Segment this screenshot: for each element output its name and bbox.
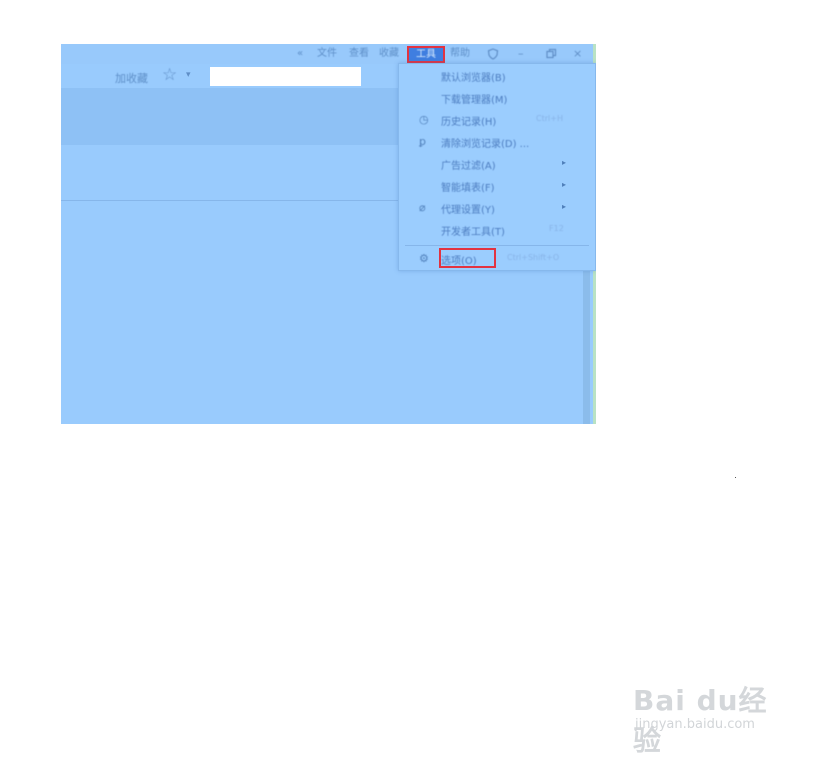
menu-item-history[interactable]: ◷ 历史记录(H) Ctrl+H: [399, 110, 595, 130]
menu-item-options[interactable]: ⚙ 选项(O) Ctrl+Shift+O: [399, 249, 595, 269]
menu-item-label: 开发者工具(T): [441, 227, 505, 238]
double-chevron-icon[interactable]: «: [297, 47, 303, 61]
chevron-down-icon[interactable]: ▾: [186, 70, 191, 80]
menu-item-download-manager[interactable]: 下载管理器(M): [399, 88, 595, 108]
clock-icon: ◷: [419, 113, 429, 126]
menu-tools-label: 工具: [416, 49, 436, 60]
submenu-arrow-icon: ▸: [562, 180, 567, 189]
add-favorite-button[interactable]: 加收藏: [115, 70, 148, 86]
search-input[interactable]: [210, 67, 361, 86]
star-icon[interactable]: ☆: [162, 65, 177, 85]
browser-window: « 文件 查看 收藏 工具 帮助 – × 加收藏 ☆ ▾ 默认浏览器(B) 下载…: [61, 44, 596, 424]
menu-item-label: 下载管理器(M): [441, 95, 508, 106]
menu-item-ad-filter[interactable]: 广告过滤(A) ▸: [399, 154, 595, 174]
broom-icon: ꝑ: [419, 135, 426, 148]
close-button[interactable]: ×: [573, 47, 582, 61]
menu-item-label: 默认浏览器(B): [441, 73, 506, 84]
submenu-arrow-icon: ▸: [562, 202, 567, 211]
tools-menu-dropdown: 默认浏览器(B) 下载管理器(M) ◷ 历史记录(H) Ctrl+H ꝑ 清除浏…: [398, 63, 596, 271]
link-icon: ⌀: [419, 201, 426, 214]
menu-item-shortcut: Ctrl+Shift+O: [507, 253, 560, 262]
menu-item-clear-history[interactable]: ꝑ 清除浏览记录(D) ...: [399, 132, 595, 152]
menu-item-label: 智能填表(F): [441, 183, 495, 194]
menu-item-developer-tools[interactable]: 开发者工具(T) F12: [399, 220, 595, 240]
menu-item-label: 历史记录(H): [441, 117, 497, 128]
stray-dot: [735, 477, 736, 478]
menu-bar: « 文件 查看 收藏 工具 帮助 – ×: [61, 44, 596, 64]
shield-icon[interactable]: [487, 47, 499, 61]
menu-favorites[interactable]: 收藏: [379, 47, 399, 61]
menu-help[interactable]: 帮助: [450, 47, 470, 61]
content-divider: [61, 200, 399, 201]
restore-button[interactable]: [545, 47, 557, 61]
menu-item-shortcut: F12: [549, 224, 564, 233]
menu-tools[interactable]: 工具: [407, 46, 445, 63]
scrollbar[interactable]: [583, 261, 590, 424]
menu-item-label: 清除浏览记录(D) ...: [441, 139, 530, 150]
submenu-arrow-icon: ▸: [562, 158, 567, 167]
options-highlight-box: [439, 248, 496, 268]
menu-item-autofill[interactable]: 智能填表(F) ▸: [399, 176, 595, 196]
baidu-watermark: Bai du经验 jingyan.baidu.com: [633, 669, 793, 757]
menu-view[interactable]: 查看: [349, 47, 369, 61]
menu-item-label: 代理设置(Y): [441, 205, 495, 216]
menu-item-shortcut: Ctrl+H: [536, 114, 563, 123]
menu-item-default-browser[interactable]: 默认浏览器(B): [399, 66, 595, 86]
gear-icon: ⚙: [419, 252, 429, 265]
menu-separator: [405, 245, 589, 246]
watermark-site: jingyan.baidu.com: [635, 717, 755, 732]
minimize-button[interactable]: –: [518, 47, 524, 61]
menu-item-label: 广告过滤(A): [441, 161, 496, 172]
menu-item-proxy-settings[interactable]: ⌀ 代理设置(Y) ▸: [399, 198, 595, 218]
menu-file[interactable]: 文件: [317, 47, 337, 61]
